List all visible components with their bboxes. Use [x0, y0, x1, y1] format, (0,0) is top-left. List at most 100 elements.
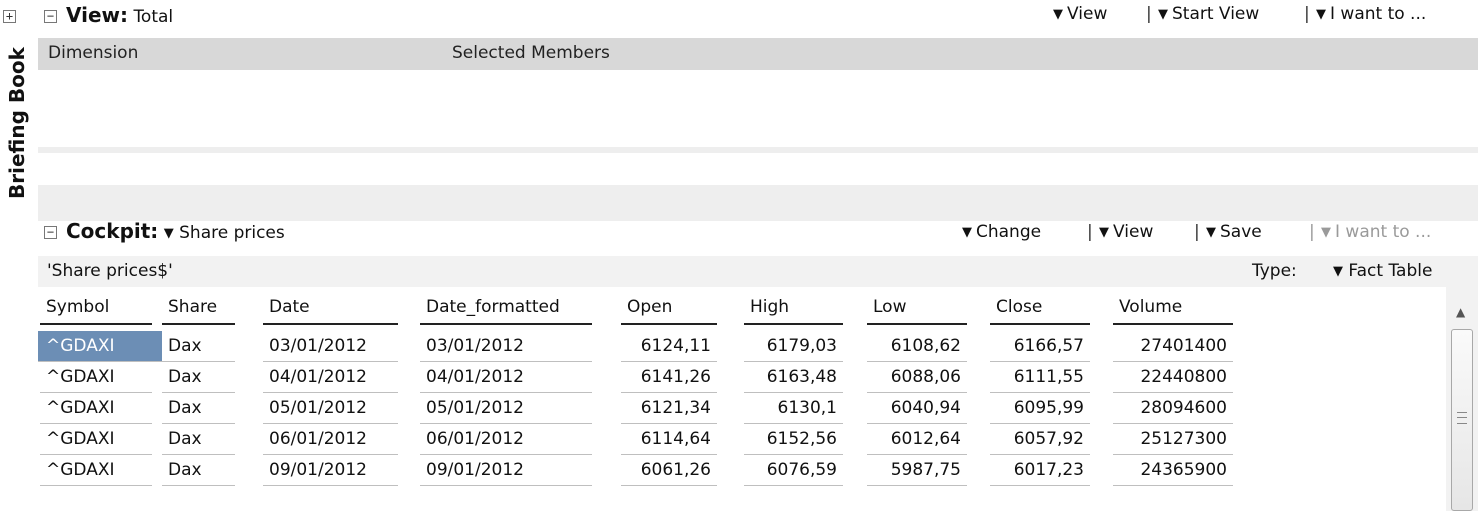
cell-close[interactable]: 6166,57: [990, 331, 1090, 362]
table-row[interactable]: ^GDAXI Dax 06/01/2012 06/01/2012 6114,64 6152…: [38, 424, 1238, 455]
cell-low[interactable]: 6108,62: [867, 331, 967, 362]
selected-members-column-header: Selected Members: [452, 43, 610, 63]
dimension-header: Dimension Selected Members: [38, 38, 1478, 70]
cell-symbol[interactable]: ^GDAXI: [40, 362, 152, 393]
cockpit-selector[interactable]: ▼ Share prices: [164, 223, 285, 243]
cell-volume[interactable]: 24365900: [1113, 455, 1233, 486]
cell-date[interactable]: 03/01/2012: [263, 331, 398, 362]
scroll-thumb[interactable]: [1451, 329, 1473, 511]
column-header-volume[interactable]: Volume: [1113, 287, 1233, 325]
cell-symbol[interactable]: ^GDAXI: [38, 331, 162, 362]
cell-open[interactable]: 6141,26: [621, 362, 717, 393]
cell-close[interactable]: 6111,55: [990, 362, 1090, 393]
view-subtitle: Total: [133, 7, 174, 27]
cell-share[interactable]: Dax: [162, 455, 235, 486]
collapse-view-icon[interactable]: −: [44, 10, 57, 23]
cell-close[interactable]: 6095,99: [990, 393, 1090, 424]
divider-band: [38, 147, 1478, 153]
column-header-share[interactable]: Share: [162, 287, 235, 325]
column-header-low[interactable]: Low: [867, 287, 967, 325]
fact-table: Symbol Share Date Date_formatted Open Hi…: [38, 287, 1443, 511]
cell-date-formatted[interactable]: 06/01/2012: [420, 424, 592, 455]
view-section-title: View: Total: [66, 3, 173, 27]
cell-low[interactable]: 6088,06: [867, 362, 967, 393]
dimension-column-header: Dimension: [48, 43, 139, 63]
cell-close[interactable]: 6057,92: [990, 424, 1090, 455]
column-header-date-formatted[interactable]: Date_formatted: [420, 287, 592, 325]
start-view-menu[interactable]: ▼ Start View: [1158, 4, 1259, 24]
cell-high[interactable]: 6152,56: [744, 424, 843, 455]
cell-share[interactable]: Dax: [162, 331, 235, 362]
cell-date[interactable]: 05/01/2012: [263, 393, 398, 424]
caret-down-icon: ▼: [163, 226, 174, 241]
cell-high[interactable]: 6163,48: [744, 362, 843, 393]
view-title-label: View:: [66, 3, 129, 27]
expand-icon[interactable]: +: [3, 10, 16, 23]
cell-share[interactable]: Dax: [162, 393, 235, 424]
view-menu[interactable]: ▼ View: [1053, 4, 1107, 24]
cell-high[interactable]: 6179,03: [744, 331, 843, 362]
cell-symbol[interactable]: ^GDAXI: [40, 424, 152, 455]
table-row[interactable]: ^GDAXI Dax 03/01/2012 03/01/2012 6124,11 6179…: [38, 331, 1238, 362]
source-name: 'Share prices$': [47, 261, 173, 281]
i-want-to-menu[interactable]: ▼ I want to ...: [1316, 4, 1426, 24]
change-menu[interactable]: ▼ Change: [962, 222, 1041, 242]
cockpit-title-label: Cockpit:: [66, 219, 159, 243]
cockpit-view-menu[interactable]: ▼ View: [1099, 222, 1153, 242]
type-selector[interactable]: ▼ Fact Table: [1333, 261, 1432, 281]
cell-date-formatted[interactable]: 09/01/2012: [420, 455, 592, 486]
cell-high[interactable]: 6076,59: [744, 455, 843, 486]
cell-date-formatted[interactable]: 05/01/2012: [420, 393, 592, 424]
column-header-open[interactable]: Open: [621, 287, 717, 325]
collapse-cockpit-icon[interactable]: −: [44, 226, 57, 239]
menu-separator: |: [1194, 222, 1200, 242]
cell-date[interactable]: 06/01/2012: [263, 424, 398, 455]
cell-open[interactable]: 6121,34: [621, 393, 717, 424]
cell-share[interactable]: Dax: [162, 424, 235, 455]
caret-down-icon: ▼: [1158, 7, 1168, 22]
scroll-grip-icon: [1457, 412, 1467, 424]
cell-open[interactable]: 6061,26: [621, 455, 717, 486]
column-header-close[interactable]: Close: [990, 287, 1090, 325]
cell-low[interactable]: 5987,75: [867, 455, 967, 486]
cell-date-formatted[interactable]: 03/01/2012: [420, 331, 592, 362]
column-header-high[interactable]: High: [744, 287, 843, 325]
briefing-book-label[interactable]: Briefing Book: [0, 47, 34, 199]
cell-date[interactable]: 04/01/2012: [263, 362, 398, 393]
cockpit-i-want-to-menu: ▼ I want to ...: [1321, 222, 1432, 242]
cell-open[interactable]: 6114,64: [621, 424, 717, 455]
caret-down-icon: ▼: [1053, 7, 1063, 22]
cell-low[interactable]: 6012,64: [867, 424, 967, 455]
cockpit-section-title: Cockpit: ▼ Share prices: [66, 219, 285, 243]
cell-date-formatted[interactable]: 04/01/2012: [420, 362, 592, 393]
table-scrollbar[interactable]: ▲: [1446, 287, 1478, 511]
caret-down-icon: ▼: [1333, 264, 1343, 279]
menu-separator: |: [1146, 4, 1152, 24]
column-header-date[interactable]: Date: [263, 287, 398, 325]
cell-symbol[interactable]: ^GDAXI: [40, 455, 152, 486]
cell-volume[interactable]: 28094600: [1113, 393, 1233, 424]
cell-volume[interactable]: 25127300: [1113, 424, 1233, 455]
scroll-up-arrow-icon[interactable]: ▲: [1456, 305, 1465, 319]
table-row[interactable]: ^GDAXI Dax 09/01/2012 09/01/2012 6061,26 6076…: [38, 455, 1238, 486]
save-menu[interactable]: ▼ Save: [1206, 222, 1262, 242]
cell-volume[interactable]: 27401400: [1113, 331, 1233, 362]
cell-share[interactable]: Dax: [162, 362, 235, 393]
cell-low[interactable]: 6040,94: [867, 393, 967, 424]
caret-down-icon: ▼: [1206, 225, 1216, 240]
menu-separator: |: [1087, 222, 1093, 242]
column-header-symbol[interactable]: Symbol: [40, 287, 152, 325]
section-gap-band: [38, 185, 1478, 221]
table-row[interactable]: ^GDAXI Dax 04/01/2012 04/01/2012 6141,26 6163…: [38, 362, 1238, 393]
cell-date[interactable]: 09/01/2012: [263, 455, 398, 486]
type-label: Type:: [1252, 261, 1297, 281]
menu-separator: |: [1309, 222, 1315, 242]
cell-volume[interactable]: 22440800: [1113, 362, 1233, 393]
menu-separator: |: [1304, 4, 1310, 24]
table-row[interactable]: ^GDAXI Dax 05/01/2012 05/01/2012 6121,34 6130…: [38, 393, 1238, 424]
caret-down-icon: ▼: [1316, 7, 1326, 22]
cell-symbol[interactable]: ^GDAXI: [40, 393, 152, 424]
cell-open[interactable]: 6124,11: [621, 331, 717, 362]
cell-close[interactable]: 6017,23: [990, 455, 1090, 486]
cell-high[interactable]: 6130,1: [744, 393, 843, 424]
